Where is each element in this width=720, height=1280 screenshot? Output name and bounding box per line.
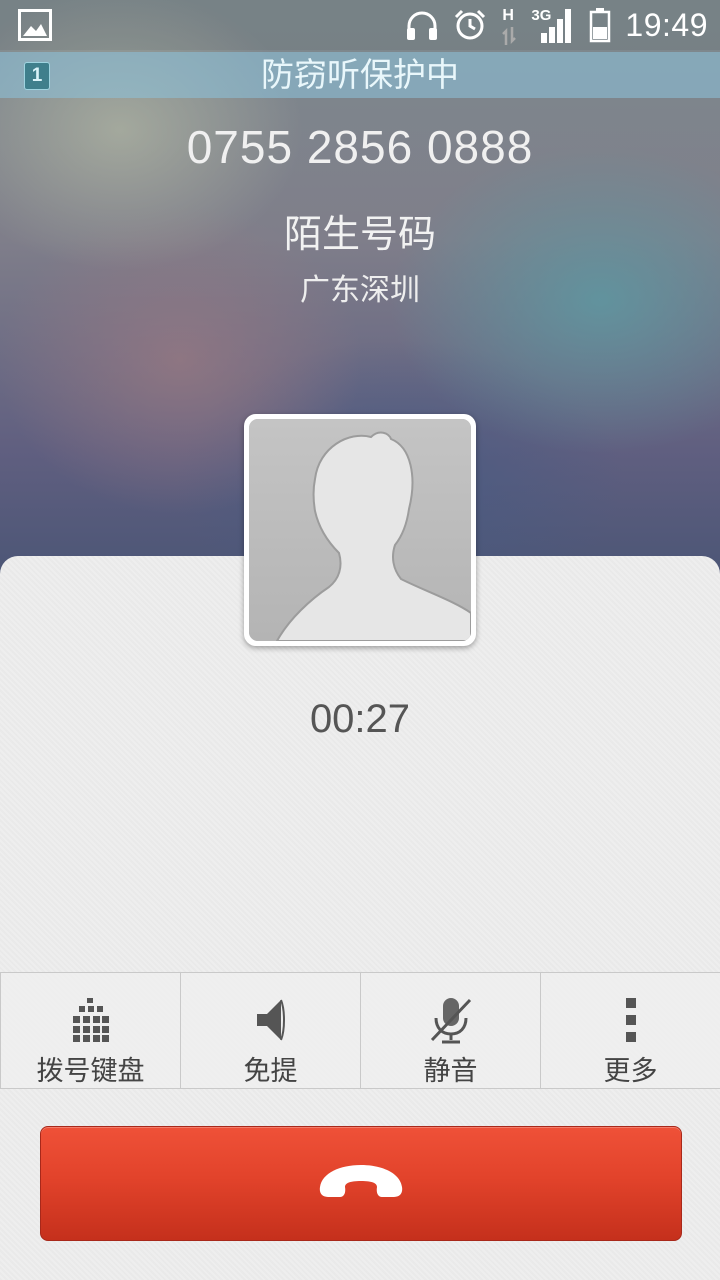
caller-number: 0755 2856 0888 — [186, 121, 534, 173]
dialpad-icon — [67, 995, 115, 1045]
mute-mic-icon — [427, 995, 475, 1045]
contact-avatar — [244, 414, 476, 646]
more-label: 更多 — [603, 1056, 658, 1087]
end-call-button[interactable] — [40, 1126, 682, 1241]
battery-icon — [590, 8, 611, 43]
hangup-icon — [319, 1165, 403, 1197]
default-avatar-icon — [249, 419, 471, 641]
data-activity-icon: H — [501, 5, 517, 45]
security-banner: 1 防窃听保护中 — [0, 52, 720, 98]
mute-label: 静音 — [423, 1056, 478, 1087]
dialpad-button[interactable]: 拨号键盘 — [0, 973, 181, 1088]
more-button[interactable]: 更多 — [541, 973, 720, 1088]
mute-button[interactable]: 静音 — [361, 973, 541, 1088]
speaker-label: 免提 — [243, 1056, 298, 1087]
call-actions: 拨号键盘 免提 静音 更多 — [0, 972, 720, 1089]
caller-label: 陌生号码 — [283, 212, 436, 256]
gallery-icon — [18, 9, 52, 41]
data-type-label: H — [502, 7, 514, 24]
dialpad-label: 拨号键盘 — [36, 1056, 145, 1087]
call-timer: 00:27 — [309, 697, 411, 741]
signal-icon: 3G — [531, 5, 575, 45]
status-bar: H 3G 19:49 — [0, 0, 720, 50]
alarm-icon — [455, 9, 486, 40]
clock: 19:49 — [625, 6, 708, 43]
security-status-text: 防窃听保护中 — [261, 55, 459, 94]
caller-location: 广东深圳 — [300, 273, 420, 308]
headphones-icon — [407, 11, 438, 40]
speaker-icon — [247, 995, 295, 1045]
speaker-button[interactable]: 免提 — [181, 973, 361, 1088]
more-icon — [607, 995, 655, 1045]
